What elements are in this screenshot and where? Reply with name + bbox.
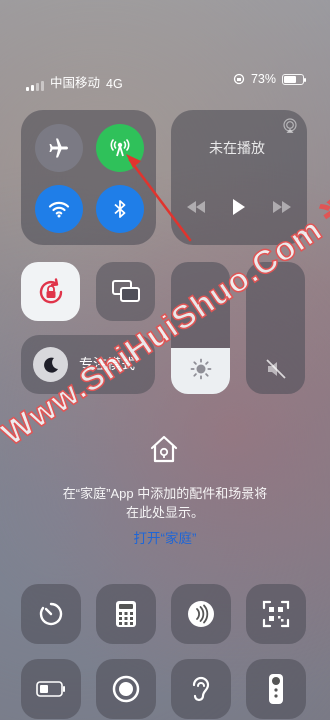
orientation-lock-button[interactable] — [21, 262, 80, 321]
cellular-antenna-icon — [108, 136, 132, 160]
home-description-line2: 在此处显示。 — [125, 505, 204, 520]
low-power-mode-icon — [36, 681, 66, 697]
network-label: 4G — [106, 77, 123, 91]
timer-icon — [37, 600, 65, 628]
airplay-icon[interactable] — [282, 118, 298, 134]
home-description-line1: 在“家庭”App 中添加的配件和场景将 — [62, 486, 268, 501]
nfc-button[interactable] — [171, 584, 231, 644]
orientation-lock-status-icon — [233, 73, 245, 85]
calculator-icon — [115, 600, 137, 628]
carrier-label: 中国移动 — [50, 76, 101, 90]
low-power-mode-button[interactable] — [21, 659, 81, 719]
orientation-lock-icon — [36, 277, 66, 307]
fast-forward-icon[interactable] — [272, 200, 292, 214]
hearing-icon — [189, 674, 213, 704]
now-playing-title: 未在播放 — [209, 140, 265, 156]
brightness-slider[interactable] — [171, 262, 230, 394]
wifi-button[interactable] — [35, 185, 83, 233]
signal-strength-icon — [26, 81, 44, 91]
hearing-button[interactable] — [171, 659, 231, 719]
cellular-data-button[interactable] — [96, 124, 144, 172]
apple-tv-remote-icon — [267, 673, 285, 705]
calculator-button[interactable] — [96, 584, 156, 644]
screen-record-button[interactable] — [96, 659, 156, 719]
volume-slider[interactable] — [246, 262, 305, 394]
rewind-icon[interactable] — [186, 200, 206, 214]
home-icon — [148, 433, 180, 465]
status-bar: 中国移动 4G 73% — [0, 66, 330, 94]
bluetooth-button[interactable] — [96, 185, 144, 233]
wifi-icon — [47, 197, 71, 221]
battery-percent: 73% — [250, 72, 276, 86]
speaker-muted-icon — [265, 358, 287, 380]
battery-icon — [282, 73, 306, 85]
apple-tv-remote-button[interactable] — [246, 659, 306, 719]
qr-scanner-button[interactable] — [246, 584, 306, 644]
moon-icon — [33, 347, 68, 382]
qr-scanner-icon — [262, 600, 290, 628]
screen-mirroring-icon — [111, 279, 141, 305]
focus-mode-label: 专注模式 — [79, 356, 135, 372]
airplane-icon — [47, 136, 71, 160]
screen-record-icon — [111, 674, 141, 704]
open-home-link[interactable]: 打开“家庭” — [20, 527, 310, 547]
bluetooth-icon — [108, 197, 132, 221]
timer-button[interactable] — [21, 584, 81, 644]
focus-mode-button[interactable]: 专注模式 — [21, 335, 155, 394]
nfc-icon — [186, 599, 216, 629]
airplane-mode-button[interactable] — [35, 124, 83, 172]
screen-mirroring-button[interactable] — [96, 262, 155, 321]
play-icon[interactable] — [232, 198, 246, 216]
sun-icon — [190, 358, 212, 380]
